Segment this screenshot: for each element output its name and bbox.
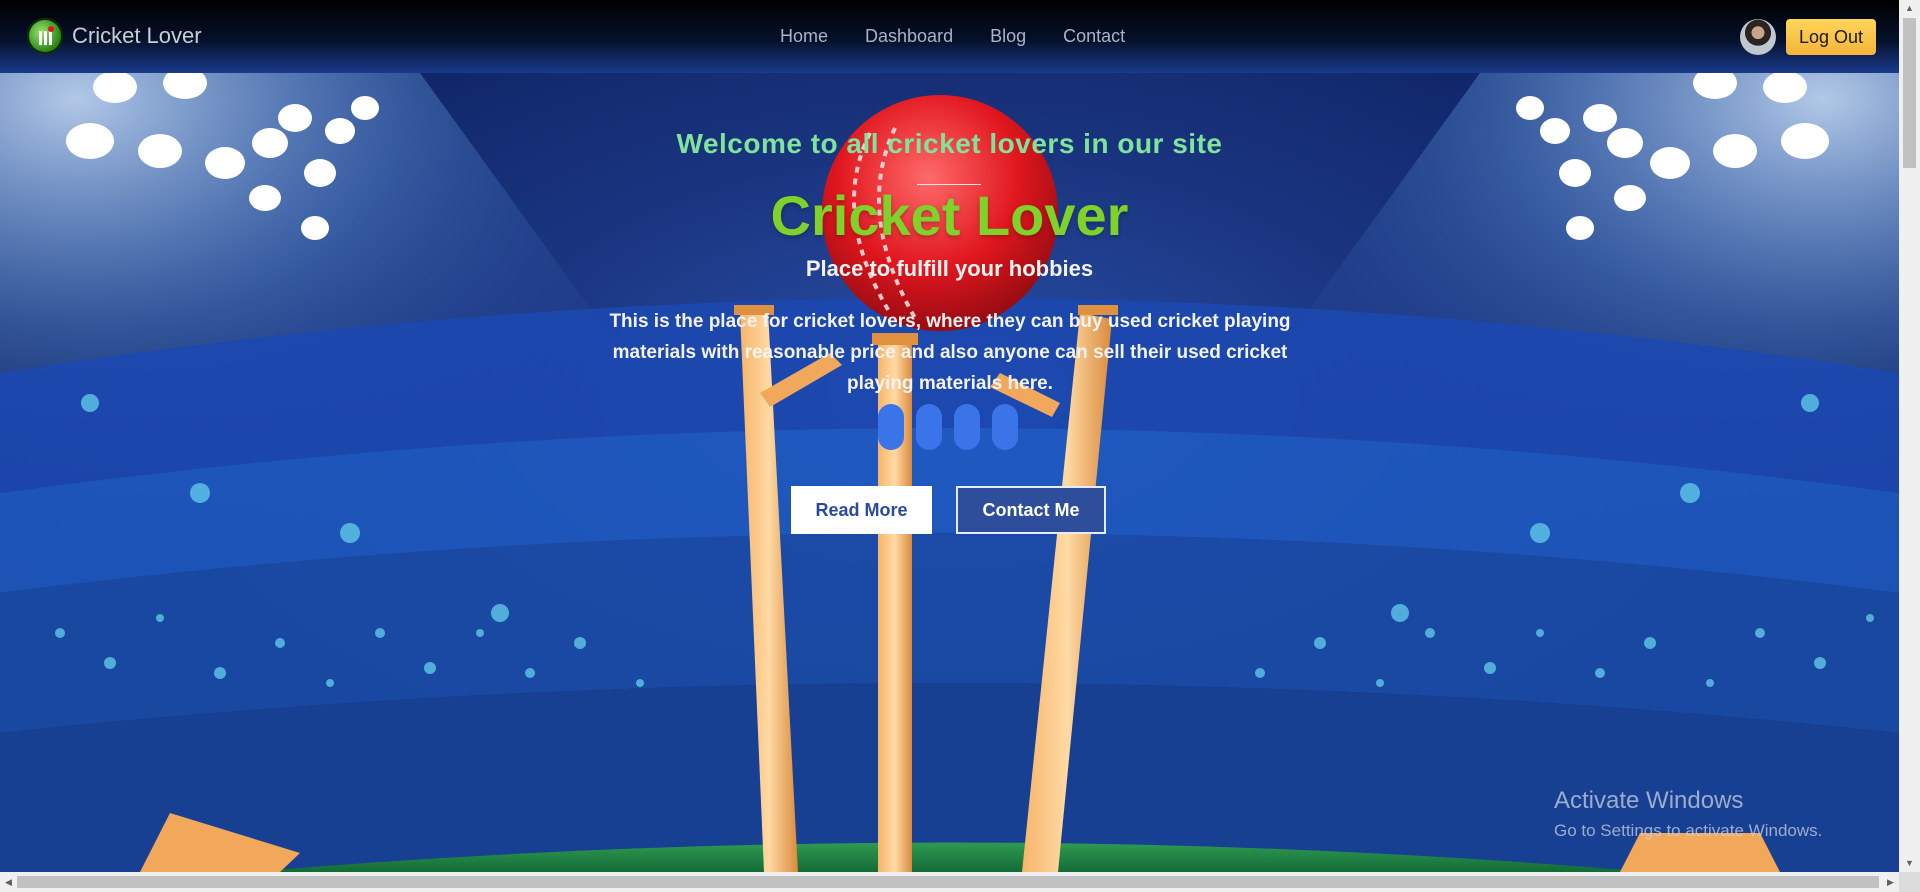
loader-bar xyxy=(916,404,942,450)
loader-bar xyxy=(992,404,1018,450)
hero-title: Cricket Lover xyxy=(770,184,1129,247)
scrollbar-corner xyxy=(1899,872,1920,892)
scroll-right-arrow-icon[interactable]: ▶ xyxy=(1882,872,1899,892)
activate-windows-subtitle: Go to Settings to activate Windows. xyxy=(1554,821,1823,840)
nav-link-blog[interactable]: Blog xyxy=(990,26,1026,47)
hero-description: This is the place for cricket lovers, wh… xyxy=(609,311,1291,394)
contact-me-button[interactable]: Contact Me xyxy=(956,486,1106,534)
vertical-scrollbar[interactable]: ▲ ▼ xyxy=(1899,0,1920,872)
loader-bar xyxy=(878,404,904,450)
nav-link-contact[interactable]: Contact xyxy=(1063,26,1125,47)
user-avatar[interactable] xyxy=(1740,19,1776,55)
horizontal-scroll-thumb[interactable] xyxy=(17,876,1879,888)
nav-link-home[interactable]: Home xyxy=(780,26,828,47)
cricket-logo-icon xyxy=(27,18,63,54)
scroll-up-arrow-icon[interactable]: ▲ xyxy=(1899,0,1920,17)
vertical-scroll-thumb[interactable] xyxy=(1903,18,1916,168)
scroll-left-arrow-icon[interactable]: ◀ xyxy=(0,872,17,892)
navbar: Cricket Lover Home Dashboard Blog Contac… xyxy=(0,0,1899,73)
horizontal-scrollbar[interactable]: ◀ ▶ xyxy=(0,872,1899,892)
nav-link-dashboard[interactable]: Dashboard xyxy=(865,26,953,47)
brand-name: Cricket Lover xyxy=(72,23,202,48)
read-more-button[interactable]: Read More xyxy=(791,486,932,534)
nav-links: Home Dashboard Blog Contact xyxy=(780,26,1162,47)
hero-subtitle: Place to fulfill your hobbies xyxy=(805,256,1094,281)
scroll-down-arrow-icon[interactable]: ▼ xyxy=(1899,855,1920,872)
page-viewport: Cricket Lover Home Dashboard Blog Contac… xyxy=(0,0,1899,872)
loading-indicator xyxy=(878,404,1030,450)
welcome-text: Welcome to all cricket lovers in our sit… xyxy=(676,128,1223,159)
activate-windows-title: Activate Windows xyxy=(1554,787,1744,814)
logout-button[interactable]: Log Out xyxy=(1786,19,1876,55)
brand[interactable]: Cricket Lover xyxy=(27,18,202,54)
loader-bar xyxy=(954,404,980,450)
